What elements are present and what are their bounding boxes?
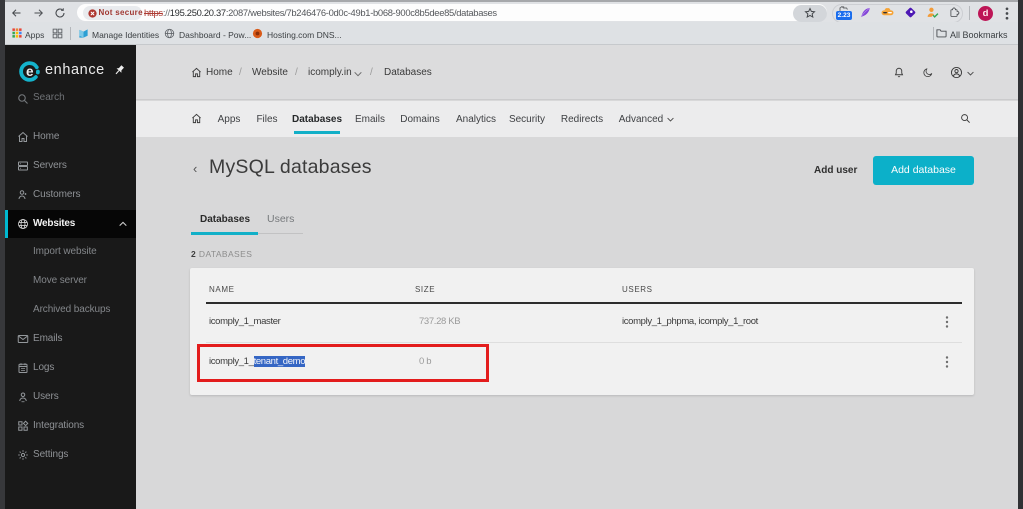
svg-text:e: e xyxy=(26,64,34,79)
